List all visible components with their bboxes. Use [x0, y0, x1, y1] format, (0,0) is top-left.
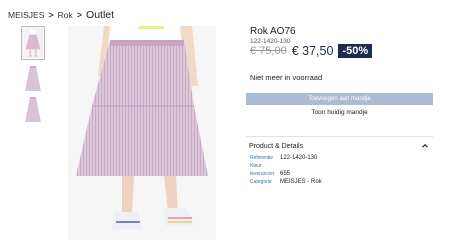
- detail-label: Referentie: [250, 155, 274, 161]
- thumbnail-1[interactable]: [21, 26, 45, 60]
- divider: [246, 136, 433, 137]
- thumbnail-image: [22, 27, 44, 59]
- price-row: € 75,00 € 37,50 -50%: [250, 44, 373, 58]
- breadcrumb-separator: >: [48, 10, 54, 20]
- discount-badge: -50%: [338, 44, 373, 58]
- product-main-image[interactable]: [68, 26, 216, 240]
- detail-label: Kleur: [250, 163, 262, 169]
- breadcrumb-current: Outlet: [86, 9, 115, 21]
- detail-value: 655: [280, 171, 291, 177]
- view-cart-link[interactable]: Toon huidig mandje: [246, 109, 433, 116]
- breadcrumb-link-rok[interactable]: Rok: [58, 10, 73, 20]
- add-to-cart-button[interactable]: Toevoegen aan mandje: [246, 93, 433, 105]
- breadcrumb-separator: >: [76, 10, 83, 20]
- sale-price: € 37,50: [291, 44, 334, 58]
- detail-value: 122-1420-130: [280, 155, 318, 161]
- detail-label: Categorie: [250, 179, 272, 185]
- product-details-title: Product & Details: [249, 142, 304, 150]
- detail-label: leverancier: [250, 171, 275, 177]
- product-details-toggle[interactable]: Product & Details: [246, 140, 433, 152]
- detail-row-reference: Referentie 122-1420-130: [250, 154, 317, 162]
- detail-row-color: Kleur: [250, 162, 280, 170]
- old-price: € 75,00: [250, 45, 287, 57]
- detail-value: MEISJES - Rok: [280, 179, 322, 185]
- thumbnail-image: [21, 93, 45, 127]
- breadcrumb: MEISJES > Rok > Outlet: [8, 9, 114, 21]
- thumbnail-2[interactable]: [21, 62, 45, 96]
- chevron-up-icon: [422, 143, 428, 148]
- thumbnail-image: [21, 62, 45, 96]
- stock-status: Niet meer in voorraad: [250, 73, 323, 82]
- product-photo: [68, 26, 216, 240]
- breadcrumb-link-meisjes[interactable]: MEISJES: [8, 10, 44, 20]
- detail-row-supplier: leverancier 655: [250, 170, 290, 178]
- detail-row-category: Categorie MEISJES - Rok: [250, 178, 322, 186]
- product-title: Rok AO76: [250, 26, 296, 37]
- thumbnail-3[interactable]: [21, 93, 45, 127]
